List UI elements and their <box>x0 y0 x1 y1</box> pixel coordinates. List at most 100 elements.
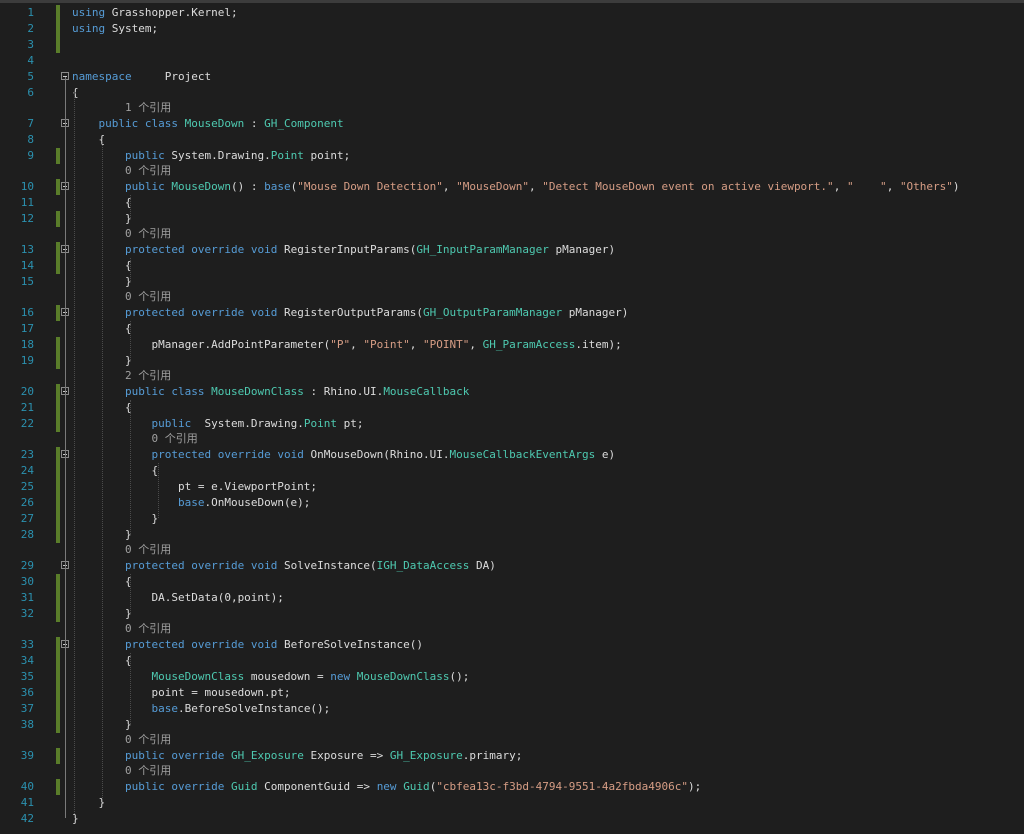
line-number: 32 <box>20 607 34 620</box>
code-token: GH_OutputParamManager <box>423 306 563 319</box>
code-line: 39 public override GH_Exposure Exposure … <box>0 748 1024 764</box>
line-number: 26 <box>20 496 34 509</box>
codelens-reference-count[interactable]: 0 个引用 <box>0 163 1024 179</box>
line-number: 12 <box>20 212 34 225</box>
line-number: 15 <box>20 275 34 288</box>
code-text: DA.SetData(0,point); <box>72 590 283 606</box>
line-number: 28 <box>20 528 34 541</box>
code-token: override <box>171 780 225 793</box>
line-number: 39 <box>20 749 34 762</box>
code-token: new <box>330 670 351 683</box>
code-line: 22 public System.Drawing.Point pt; <box>0 416 1024 432</box>
change-marker <box>56 527 60 543</box>
code-token: override <box>191 638 245 651</box>
code-token: (); <box>449 670 470 683</box>
change-marker <box>56 637 60 653</box>
codelens-reference-count[interactable]: 0 个引用 <box>0 431 1024 447</box>
change-marker <box>56 717 60 733</box>
line-number: 21 <box>20 401 34 414</box>
code-token: MouseDownClass <box>151 670 245 683</box>
code-token: , <box>833 180 847 193</box>
change-marker <box>56 669 60 685</box>
line-number: 31 <box>20 591 34 604</box>
code-token: 0 个引用 <box>72 227 172 240</box>
code-line: 38 } <box>0 717 1024 733</box>
code-token: GH_Component <box>264 117 344 130</box>
line-number: 34 <box>20 654 34 667</box>
code-token: ComponentGuid => <box>257 780 377 793</box>
change-marker <box>56 653 60 669</box>
code-token: GH_InputParamManager <box>416 243 549 256</box>
code-token: Guid <box>403 780 430 793</box>
codelens-reference-count[interactable]: 0 个引用 <box>0 621 1024 637</box>
code-text: protected override void RegisterInputPar… <box>72 242 615 258</box>
change-marker <box>56 685 60 701</box>
code-token: Exposure => <box>303 749 390 762</box>
code-token: Point <box>303 417 337 430</box>
change-marker <box>56 21 60 37</box>
fold-region-line <box>65 319 66 360</box>
change-marker <box>56 5 60 21</box>
reference-count-text: 0 个引用 <box>72 542 171 558</box>
code-token: MouseCallback <box>383 385 470 398</box>
code-token: , <box>442 180 457 193</box>
code-token: RegisterOutputParams( <box>277 306 424 319</box>
code-token: override <box>191 306 245 319</box>
change-marker <box>56 463 60 479</box>
code-line: 30 { <box>0 574 1024 590</box>
code-token: void <box>250 638 278 651</box>
line-number: 14 <box>20 259 34 272</box>
codelens-reference-count[interactable]: 0 个引用 <box>0 732 1024 748</box>
change-marker <box>56 416 60 432</box>
code-line: 20 public class MouseDownClass : Rhino.U… <box>0 384 1024 400</box>
codelens-reference-count[interactable]: 0 个引用 <box>0 226 1024 242</box>
code-text: public System.Drawing.Point pt; <box>72 416 363 432</box>
change-marker <box>56 211 60 227</box>
line-number: 11 <box>20 196 34 209</box>
code-token: , <box>350 338 364 351</box>
code-token: "P" <box>330 338 351 351</box>
code-token: "Others" <box>899 180 953 193</box>
code-token: () : <box>230 180 265 193</box>
fold-region-line <box>65 193 66 218</box>
code-line: 12 } <box>0 211 1024 227</box>
change-marker <box>56 574 60 590</box>
change-marker <box>56 400 60 416</box>
code-editor[interactable]: 1 using Grasshopper.Kernel; 2 using System;… <box>0 0 1024 834</box>
code-text: protected override void SolveInstance(IG… <box>72 558 496 574</box>
codelens-reference-count[interactable]: 0 个引用 <box>0 289 1024 305</box>
code-token: protected <box>124 638 185 651</box>
codelens-reference-count[interactable]: 2 个引用 <box>0 368 1024 384</box>
code-token: 0 个引用 <box>72 622 172 635</box>
indent-guide <box>130 258 131 281</box>
code-token: public <box>124 749 165 762</box>
code-line: 42} <box>0 811 1024 827</box>
code-line: 27 } <box>0 511 1024 527</box>
code-token: public <box>124 180 165 193</box>
code-token: "POINT" <box>423 338 470 351</box>
code-line: 2 using System; <box>0 21 1024 37</box>
code-token: "Detect MouseDown event on active viewpo… <box>542 180 834 193</box>
line-number: 40 <box>20 780 34 793</box>
codelens-reference-count[interactable]: 0 个引用 <box>0 542 1024 558</box>
code-text: using System; <box>72 21 158 37</box>
code-token: .BeforeSolveInstance(); <box>177 702 331 715</box>
line-number: 8 <box>27 133 34 146</box>
code-text: public class MouseDownClass : Rhino.UI.M… <box>72 384 469 400</box>
code-token: MouseDownClass <box>211 385 304 398</box>
codelens-reference-count[interactable]: 0 个引用 <box>0 763 1024 779</box>
code-token: ); <box>687 780 702 793</box>
line-number: 27 <box>20 512 34 525</box>
code-token: mousedown = <box>244 670 331 683</box>
code-token: } <box>72 512 159 525</box>
code-token: pManager) <box>548 243 616 256</box>
code-line: 36 point = mousedown.pt; <box>0 685 1024 701</box>
codelens-reference-count[interactable]: 1 个引用 <box>0 100 1024 116</box>
